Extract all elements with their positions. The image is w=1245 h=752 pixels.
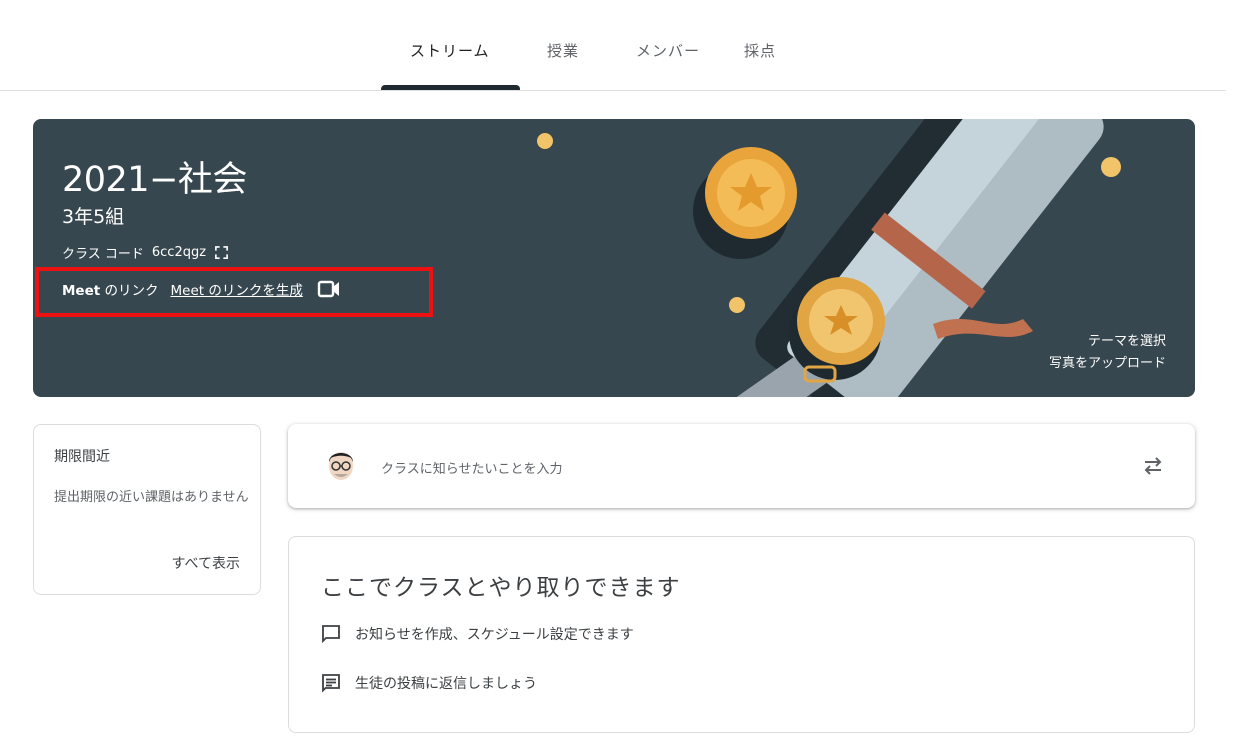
info-item-text: 生徒の投稿に返信しましょう xyxy=(355,676,537,692)
stream-info-card: ここでクラスとやり取りできます お知らせを作成、スケジュール設定できます 生徒の… xyxy=(288,536,1195,733)
upcoming-empty-text: 提出期限の近い課題はありません xyxy=(54,490,249,505)
class-code-row: クラス コード 6cc2qgz xyxy=(62,243,229,262)
announce-composer[interactable]: クラスに知らせたいことを入力 xyxy=(288,424,1195,508)
class-title: 2021−社会 xyxy=(62,160,247,200)
class-code-value: 6cc2qgz xyxy=(151,245,207,260)
view-all-link[interactable]: すべて表示 xyxy=(172,553,240,573)
chat-reply-icon xyxy=(322,674,340,693)
class-banner: 2021−社会 3年5組 クラス コード 6cc2qgz Meet のリンク M… xyxy=(33,119,1195,397)
tab-grades[interactable]: 採点 xyxy=(744,40,776,61)
class-section: 3年5組 xyxy=(62,206,125,228)
active-tab-indicator xyxy=(381,85,520,90)
info-item-text: お知らせを作成、スケジュール設定できます xyxy=(355,627,634,643)
tab-people[interactable]: メンバー xyxy=(636,40,700,61)
info-item: お知らせを作成、スケジュール設定できます xyxy=(319,622,634,646)
select-theme-link[interactable]: テーマを選択 xyxy=(1049,331,1166,353)
upload-photo-link[interactable]: 写真をアップロード xyxy=(1049,353,1166,375)
announce-placeholder[interactable]: クラスに知らせたいことを入力 xyxy=(381,458,562,477)
highlight-annotation xyxy=(35,267,433,317)
fullscreen-icon[interactable] xyxy=(214,245,229,260)
upcoming-card: 期限間近 提出期限の近い課題はありません すべて表示 xyxy=(33,424,261,595)
class-tab-bar: ストリーム 授業 メンバー 採点 xyxy=(0,0,1226,91)
info-title: ここでクラスとやり取りできます xyxy=(321,575,681,601)
banner-actions: テーマを選択 写真をアップロード xyxy=(1049,331,1166,375)
class-code-label: クラス コード xyxy=(62,247,144,262)
avatar xyxy=(329,452,353,480)
comment-icon xyxy=(322,625,340,644)
info-item: 生徒の投稿に返信しましょう xyxy=(319,671,537,695)
repost-icon[interactable] xyxy=(1141,454,1165,478)
tab-stream[interactable]: ストリーム xyxy=(410,40,490,61)
upcoming-title: 期限間近 xyxy=(54,449,110,465)
tab-classwork[interactable]: 授業 xyxy=(547,40,579,61)
